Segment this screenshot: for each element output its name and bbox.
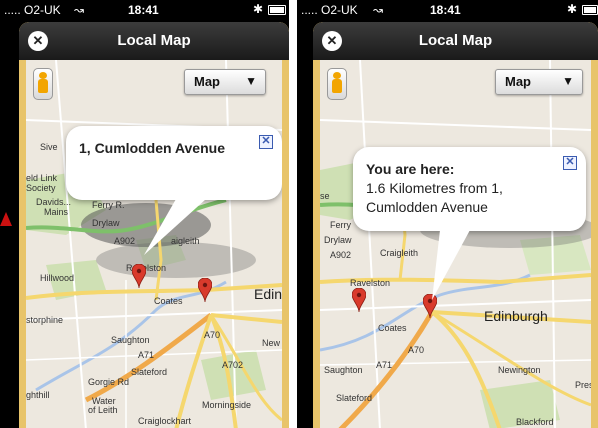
info-bubble: ✕ 1, Cumlodden Avenue — [66, 126, 282, 200]
map-label: Ferry — [330, 220, 351, 230]
title-bar: ✕ Local Map — [19, 22, 289, 60]
map-label: eld Link — [26, 173, 58, 183]
map-pin-icon[interactable] — [132, 264, 146, 288]
carrier-label: ..... O2-UK — [301, 3, 358, 17]
clock-time: 18:41 — [128, 3, 159, 17]
map-label: Saughton — [324, 365, 363, 375]
status-bar: ..... O2-UK ↝ 18:41 ✱ — [297, 0, 598, 20]
map-label: Blackford — [516, 417, 554, 427]
page-title: Local Map — [117, 32, 191, 49]
map-label: Edin — [254, 286, 282, 302]
map-label: of Leith — [88, 405, 118, 415]
close-icon[interactable]: ✕ — [563, 156, 577, 170]
map-label: storphine — [26, 315, 64, 325]
wifi-icon: ↝ — [373, 3, 384, 17]
map-label: Craiglockhart — [138, 416, 192, 426]
left-phone-screen: ..... O2-UK ↝ 18:41 ✱ ✕ Local Map Map ▼ … — [0, 0, 289, 428]
annotation-arrow — [0, 212, 12, 226]
map-label: Coates — [154, 296, 183, 306]
map-label: Hillwood — [40, 273, 75, 283]
bubble-distance: 1.6 Kilometres from 1, — [366, 180, 503, 196]
map-label: Craigleith — [380, 248, 419, 258]
bubble-address: Cumlodden Avenue — [366, 199, 488, 215]
map-label: Mains — [44, 207, 69, 217]
map-pin-icon[interactable] — [198, 278, 212, 302]
map-label: Gorgie Rd — [88, 377, 130, 387]
map-label: Pres — [575, 380, 591, 390]
map-label: Ferry R. — [92, 200, 125, 210]
map-label: New — [262, 338, 281, 348]
close-icon[interactable]: ✕ — [259, 135, 273, 149]
map-label: Newington — [498, 365, 541, 375]
map-label: A70 — [204, 330, 221, 340]
map-label: Slateford — [131, 367, 168, 377]
bluetooth-icon: ✱ — [567, 2, 578, 16]
map-label: A71 — [138, 350, 155, 360]
map-label: Davids... — [36, 197, 72, 207]
map-label: A902 — [330, 250, 352, 260]
map-label: Drylaw — [92, 218, 120, 228]
title-bar: ✕ Local Map — [313, 22, 598, 60]
bubble-heading: You are here: — [366, 161, 455, 177]
map-label: Ravelston — [350, 278, 391, 288]
map-label: Coates — [378, 323, 407, 333]
map-label: Sive — [40, 142, 58, 152]
bubble-address: 1, Cumlodden Avenue — [79, 140, 225, 156]
map-label: Drylaw — [324, 235, 352, 245]
map-pin-icon[interactable] — [352, 288, 366, 312]
info-bubble: ✕ You are here: 1.6 Kilometres from 1, C… — [353, 147, 586, 231]
map-label: Morningside — [202, 400, 252, 410]
map-label: Saughton — [111, 335, 150, 345]
map-view[interactable]: Map ▼ Sive eld Link Society Davids... Ma… — [26, 60, 282, 428]
map-type-value: Map — [194, 74, 220, 89]
map-label: A702 — [222, 360, 244, 370]
chevron-down-icon: ▼ — [245, 74, 257, 88]
map-label: aigleith — [171, 236, 200, 246]
map-panel: ✕ Local Map — [313, 22, 598, 428]
map-label: A71 — [376, 360, 393, 370]
map-label: A70 — [408, 345, 425, 355]
street-view-pegman[interactable] — [327, 68, 347, 100]
clock-time: 18:41 — [430, 3, 461, 17]
map-label: se — [320, 191, 330, 201]
map-label: Society — [26, 183, 56, 193]
map-panel: ✕ Local Map — [19, 22, 289, 428]
carrier-label: ..... O2-UK — [4, 3, 61, 17]
map-type-select[interactable]: Map ▼ — [184, 69, 266, 95]
map-label: A902 — [114, 236, 136, 246]
chevron-down-icon: ▼ — [562, 74, 574, 88]
street-view-pegman[interactable] — [33, 68, 53, 100]
wifi-icon: ↝ — [74, 3, 85, 17]
map-view[interactable]: Map ▼ se Ferry Drylaw A902 Craigleith Ra… — [320, 60, 591, 428]
map-label: Slateford — [336, 393, 373, 403]
bluetooth-icon: ✱ — [253, 2, 264, 16]
battery-icon — [268, 5, 286, 15]
map-type-select[interactable]: Map ▼ — [495, 69, 583, 95]
map-type-value: Map — [505, 74, 531, 89]
battery-icon — [582, 5, 598, 15]
right-phone-screen: ..... O2-UK ↝ 18:41 ✱ ✕ Local Map Map ▼ … — [297, 0, 598, 428]
map-label: ghthill — [26, 390, 50, 400]
map-pin-icon[interactable] — [423, 294, 437, 318]
page-title: Local Map — [418, 32, 493, 49]
map-label: Edinburgh — [484, 308, 548, 324]
status-bar: ..... O2-UK ↝ 18:41 ✱ — [0, 0, 289, 20]
